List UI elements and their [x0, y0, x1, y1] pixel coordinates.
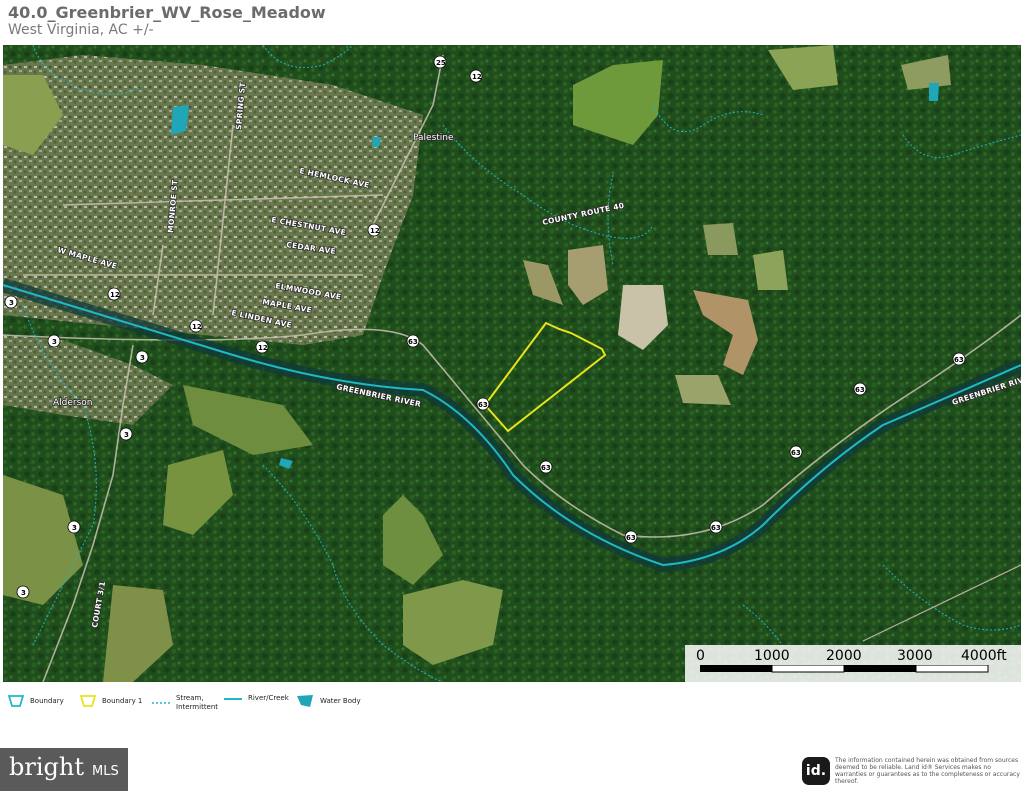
scale-bar-graphic: [700, 665, 989, 673]
legend-item-boundary: Boundary: [8, 694, 64, 708]
boundary1-icon: [80, 695, 96, 707]
shield-3: 3: [119, 427, 133, 441]
shield-3: 3: [47, 334, 61, 348]
disclaimer-text: The information contained herein was obt…: [835, 757, 1020, 785]
shield-63: 63: [789, 445, 803, 459]
legend: Boundary Boundary 1 Stream, Intermittent…: [0, 690, 1024, 720]
shield-63: 63: [406, 334, 420, 348]
svg-text:12: 12: [370, 227, 380, 235]
shield-12: 12: [189, 319, 203, 333]
shield-12: 12: [107, 287, 121, 301]
brand-name: bright: [9, 753, 84, 781]
shield-63: 63: [952, 352, 966, 366]
map-subtitle: West Virginia, AC +/-: [8, 22, 154, 38]
svg-text:25: 25: [436, 59, 446, 67]
shield-25: 25: [433, 55, 447, 69]
legend-item-river: River/Creek: [224, 694, 289, 703]
svg-text:3: 3: [9, 299, 14, 307]
water-body-icon: [297, 695, 313, 707]
label-palestine: Palestine: [413, 133, 454, 143]
shield-3: 3: [135, 350, 149, 364]
shield-63: 63: [476, 397, 490, 411]
river-icon: [224, 697, 242, 700]
svg-text:63: 63: [711, 524, 721, 532]
shield-63: 63: [624, 530, 638, 544]
svg-text:63: 63: [855, 386, 865, 394]
svg-text:3: 3: [52, 338, 57, 346]
shield-3: 3: [67, 520, 81, 534]
svg-text:3: 3: [21, 589, 26, 597]
boundary-icon: [8, 695, 24, 707]
svg-text:3: 3: [124, 431, 129, 439]
shield-12: 12: [367, 223, 381, 237]
svg-text:63: 63: [954, 356, 964, 364]
svg-text:63: 63: [478, 401, 488, 409]
scale-label-2000: 2000: [826, 648, 862, 664]
svg-text:63: 63: [541, 464, 551, 472]
shield-12: 12: [469, 69, 483, 83]
shield-63: 63: [709, 520, 723, 534]
shield-3: 3: [4, 295, 18, 309]
shield-3: 3: [16, 585, 30, 599]
svg-text:63: 63: [408, 338, 418, 346]
bright-mls-logo: bright MLS: [0, 748, 128, 791]
scale-label-3000: 3000: [897, 648, 933, 664]
legend-item-water-body: Water Body: [296, 694, 361, 708]
stream-icon: [152, 702, 170, 704]
scale-label-4000ft: 4000ft: [961, 648, 1007, 664]
map-canvas[interactable]: E HEMLOCK AVE E CHESTNUT AVE CEDAR AVE E…: [3, 45, 1021, 682]
svg-text:12: 12: [472, 73, 482, 81]
scale-bar: 0 1000 2000 3000 4000ft: [685, 645, 1021, 682]
svg-text:3: 3: [140, 354, 145, 362]
svg-text:63: 63: [626, 534, 636, 542]
svg-text:63: 63: [791, 449, 801, 457]
svg-text:12: 12: [110, 291, 120, 299]
map-title: 40.0_Greenbrier_WV_Rose_Meadow: [8, 3, 326, 22]
shield-63: 63: [853, 382, 867, 396]
land-id-logo: id.: [802, 757, 830, 785]
svg-text:3: 3: [72, 524, 77, 532]
brand-suffix: MLS: [92, 764, 119, 779]
legend-item-stream: Stream, Intermittent: [152, 694, 218, 712]
shield-12: 12: [255, 340, 269, 354]
scale-label-1000: 1000: [754, 648, 790, 664]
svg-text:12: 12: [258, 344, 268, 352]
svg-text:12: 12: [192, 323, 202, 331]
shield-63: 63: [539, 460, 553, 474]
legend-item-boundary-1: Boundary 1: [80, 694, 142, 708]
label-alderson: Alderson: [53, 398, 93, 408]
scale-label-0: 0: [696, 648, 705, 664]
